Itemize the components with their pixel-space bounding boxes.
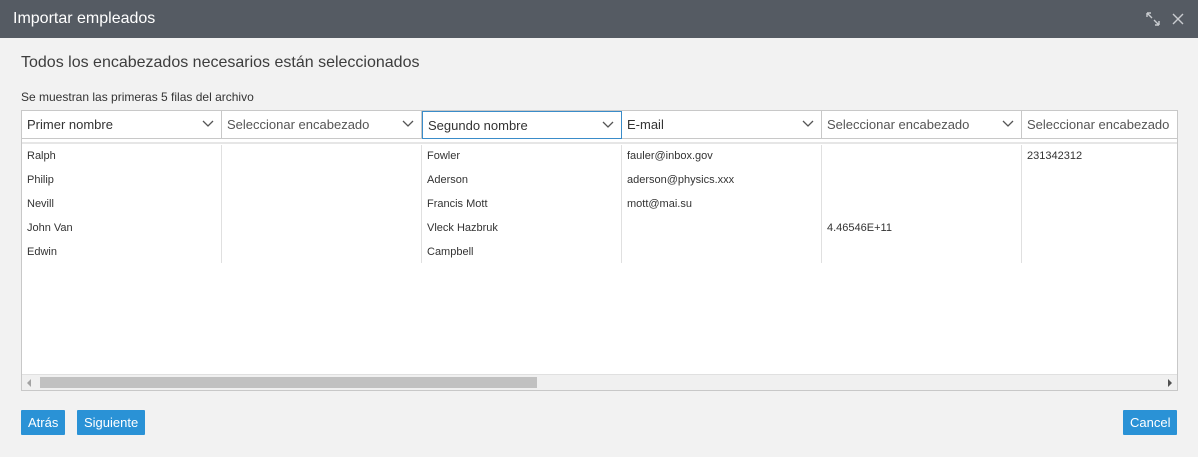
table-cell: fauler@inbox.gov (627, 150, 713, 162)
column-header-row: Primer nombre Seleccionar encabezado Seg… (22, 111, 1177, 139)
column-header-select[interactable]: Seleccionar encabezado (1022, 111, 1177, 139)
table-cell: Campbell (427, 246, 474, 258)
preview-grid: Primer nombre Seleccionar encabezado Seg… (21, 110, 1178, 391)
data-column: Fowler Aderson Francis Mott Vleck Hazbru… (422, 145, 622, 263)
scroll-right-arrow-icon[interactable] (1166, 378, 1174, 388)
table-cell: 231342312 (1027, 150, 1083, 162)
column-header-label: Primer nombre (27, 117, 113, 132)
table-cell: Philip (27, 174, 54, 186)
status-heading: Todos los encabezados necesarios están s… (21, 54, 420, 71)
table-cell: John Van (27, 222, 73, 234)
header-divider (22, 142, 1177, 144)
column-header-label: Seleccionar encabezado (827, 117, 970, 132)
column-header-select[interactable]: Segundo nombre (422, 111, 622, 139)
chevron-down-icon (802, 120, 814, 127)
table-cell: Aderson (427, 174, 468, 186)
chevron-down-icon (1002, 120, 1014, 127)
close-icon[interactable] (1170, 11, 1186, 27)
scrollbar-thumb[interactable] (40, 377, 537, 388)
table-cell: aderson@physics.xxx (627, 174, 735, 186)
column-header-select[interactable]: Seleccionar encabezado (822, 111, 1022, 139)
column-header-label: E-mail (627, 117, 664, 132)
column-header-select[interactable]: Seleccionar encabezado (222, 111, 422, 139)
scroll-left-arrow-icon[interactable] (25, 378, 33, 388)
column-header-select[interactable]: E-mail (622, 111, 822, 139)
chevron-down-icon (602, 121, 614, 128)
column-header-select[interactable]: Primer nombre (22, 111, 222, 139)
column-header-label: Segundo nombre (428, 118, 528, 133)
data-column (222, 145, 422, 263)
data-column: fauler@inbox.gov aderson@physics.xxx mot… (622, 145, 822, 263)
data-column: Ralph Philip Nevill John Van Edwin (22, 145, 222, 263)
table-cell: Vleck Hazbruk (427, 222, 498, 234)
cancel-button[interactable]: Cancel (1123, 410, 1178, 435)
column-header-label: Seleccionar encabezado (1027, 117, 1170, 132)
chevron-down-icon (402, 120, 414, 127)
table-cell: Francis Mott (427, 198, 488, 210)
table-cell: Ralph (27, 150, 56, 162)
chevron-down-icon (202, 120, 214, 127)
dialog-titlebar: Importar empleados (0, 0, 1198, 38)
grid-body: Ralph Philip Nevill John Van Edwin Fowle… (22, 145, 1177, 263)
next-button[interactable]: Siguiente (77, 410, 146, 435)
table-cell: mott@mai.su (627, 198, 692, 210)
table-cell: Fowler (427, 150, 461, 162)
dialog-title: Importar empleados (13, 10, 156, 27)
preview-caption: Se muestran las primeras 5 filas del arc… (21, 90, 254, 104)
expand-icon[interactable] (1145, 11, 1161, 27)
back-button[interactable]: Atrás (21, 410, 66, 435)
table-cell: 4.46546E+11 (827, 222, 892, 234)
column-header-label: Seleccionar encabezado (227, 117, 370, 132)
data-column: 4.46546E+11 (822, 145, 1022, 263)
table-cell: Edwin (27, 246, 57, 258)
table-cell: Nevill (27, 198, 54, 210)
data-column: 231342312 (1022, 145, 1177, 263)
horizontal-scrollbar[interactable] (22, 374, 1177, 390)
